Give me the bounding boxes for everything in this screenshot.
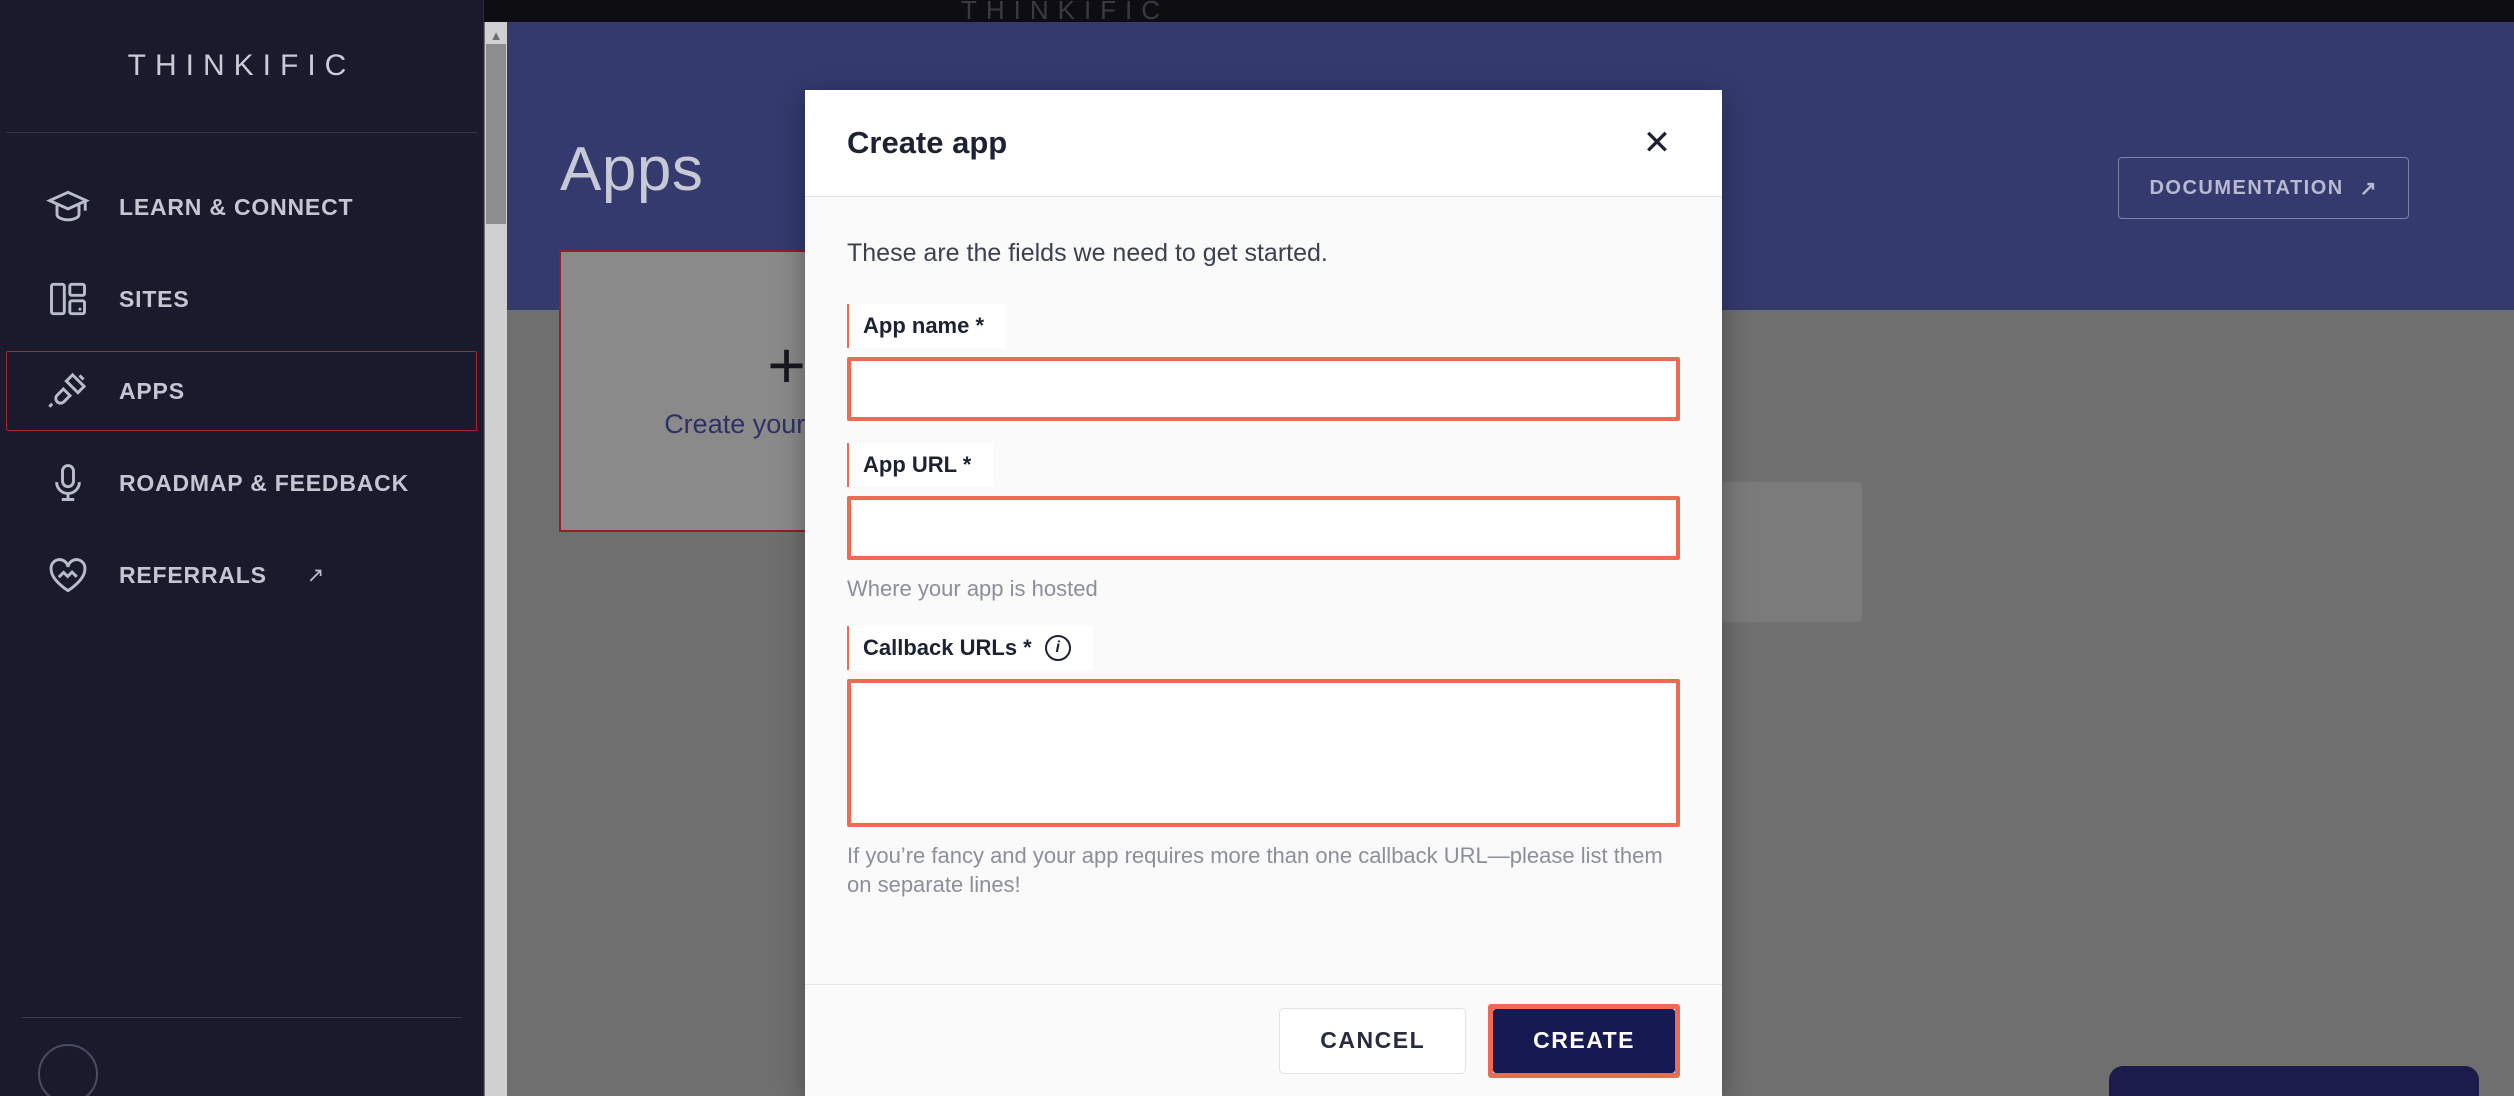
close-icon[interactable]: ✕	[1634, 120, 1680, 166]
app-name-label-text: App name *	[863, 313, 985, 338]
app-root: THINKIFIC THINKIFIC LEARN & CONNECT SITE…	[0, 0, 2514, 1096]
modal-title: Create app	[847, 125, 1008, 160]
app-name-input[interactable]	[847, 357, 1680, 421]
field-app-url: App URL * Where your app is hosted	[847, 443, 1680, 604]
create-button-highlight: CREATE	[1488, 1003, 1680, 1078]
modal-intro-text: These are the fields we need to get star…	[847, 239, 1328, 267]
callback-urls-label: Callback URLs * i	[847, 625, 1093, 670]
cancel-button[interactable]: CANCEL	[1279, 1007, 1467, 1074]
create-button[interactable]: CREATE	[1493, 1008, 1675, 1073]
app-url-hint: Where your app is hosted	[847, 576, 1098, 601]
info-icon[interactable]: i	[1044, 634, 1071, 661]
app-url-label: App URL *	[847, 443, 994, 487]
callback-urls-hint: If you’re fancy and your app requires mo…	[847, 842, 1663, 898]
app-name-label: App name *	[847, 304, 1007, 348]
field-app-name: App name *	[847, 304, 1680, 421]
modal-footer: CANCEL CREATE	[805, 984, 1722, 1096]
callback-urls-label-text: Callback URLs *	[863, 634, 1032, 660]
app-url-label-text: App URL *	[863, 452, 972, 477]
callback-urls-textarea[interactable]	[847, 678, 1680, 827]
modal-body: These are the fields we need to get star…	[805, 197, 1722, 984]
modal-header: Create app ✕	[805, 90, 1722, 197]
modal-overlay: Create app ✕ These are the fields we nee…	[0, 0, 2514, 1096]
field-callback-urls: Callback URLs * i If you’re fancy and yo…	[847, 625, 1680, 900]
create-app-modal: Create app ✕ These are the fields we nee…	[805, 90, 1722, 1096]
app-url-input[interactable]	[847, 496, 1680, 560]
